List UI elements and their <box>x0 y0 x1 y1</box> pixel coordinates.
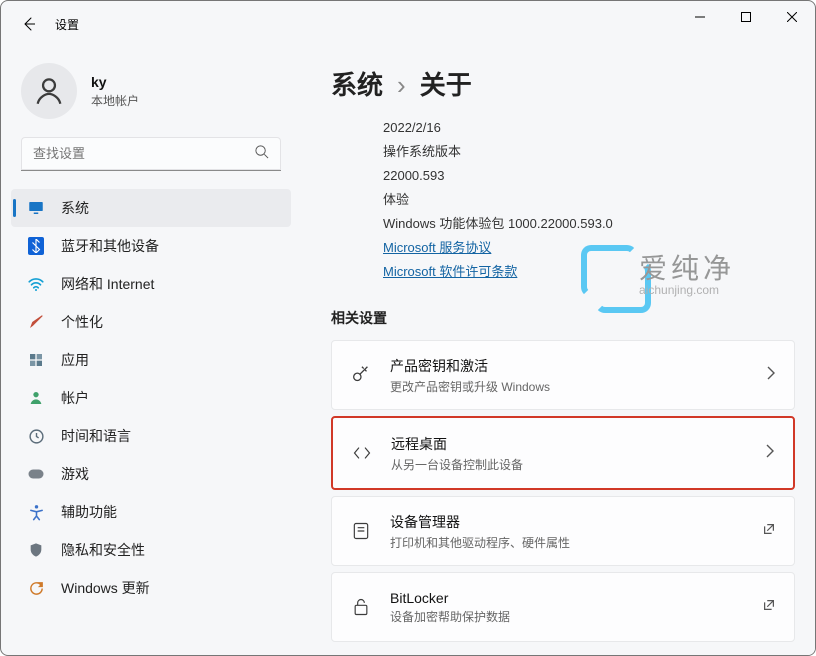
monitor-icon <box>27 199 45 217</box>
sidebar-item-label: 时间和语言 <box>61 426 131 446</box>
minimize-button[interactable] <box>677 1 723 33</box>
os-version: 22000.593 <box>383 164 795 188</box>
experience-value: Windows 功能体验包 1000.22000.593.0 <box>383 212 795 236</box>
card-title: BitLocker <box>390 590 744 606</box>
sidebar-item-label: 隐私和安全性 <box>61 540 145 560</box>
maximize-button[interactable] <box>723 1 769 33</box>
sidebar-item-label: 游戏 <box>61 464 89 484</box>
user-block[interactable]: ky 本地帐户 <box>1 57 301 137</box>
sidebar-item-accessibility[interactable]: 辅助功能 <box>11 493 291 531</box>
card-remote[interactable]: 远程桌面从另一台设备控制此设备 <box>331 416 795 490</box>
chevron-right-icon <box>766 366 776 385</box>
link-service-agreement[interactable]: Microsoft 服务协议 <box>383 240 491 255</box>
card-title: 产品密钥和激活 <box>390 356 748 376</box>
sidebar-item-apps[interactable]: 应用 <box>11 341 291 379</box>
apps-icon <box>27 351 45 369</box>
sidebar-item-label: 蓝牙和其他设备 <box>61 236 159 256</box>
card-title: 远程桌面 <box>391 434 747 454</box>
search-icon <box>254 144 269 164</box>
titlebar: 设置 <box>1 1 815 47</box>
sidebar-item-label: Windows 更新 <box>61 578 150 598</box>
sidebar-item-system[interactable]: 系统 <box>11 189 291 227</box>
shield-icon <box>27 541 45 559</box>
card-subtitle: 从另一台设备控制此设备 <box>391 456 747 473</box>
about-info: 2022/2/16 操作系统版本 22000.593 体验 Windows 功能… <box>331 116 795 284</box>
clock-icon <box>27 427 45 445</box>
app-title: 设置 <box>55 16 79 33</box>
user-sub: 本地帐户 <box>91 92 139 109</box>
close-button[interactable] <box>769 1 815 33</box>
os-version-label: 操作系统版本 <box>383 140 795 164</box>
sidebar-item-update[interactable]: Windows 更新 <box>11 569 291 607</box>
breadcrumb: 系统 › 关于 <box>331 65 795 102</box>
chevron-right-icon <box>765 444 775 463</box>
lock-icon <box>350 596 372 618</box>
wifi-icon <box>27 275 45 293</box>
update-icon <box>27 579 45 597</box>
sidebar: ky 本地帐户 系统蓝牙和其他设备网络和 Internet 个性化应用帐户时间和语… <box>1 47 301 655</box>
brush-icon <box>27 313 45 331</box>
sidebar-item-label: 帐户 <box>61 388 89 408</box>
breadcrumb-leaf: 关于 <box>420 65 472 102</box>
remote-icon <box>351 442 373 464</box>
back-button[interactable] <box>19 14 39 34</box>
experience-label: 体验 <box>383 188 795 212</box>
sidebar-item-time[interactable]: 时间和语言 <box>11 417 291 455</box>
external-link-icon <box>762 598 776 617</box>
install-date: 2022/2/16 <box>383 116 795 140</box>
card-subtitle: 打印机和其他驱动程序、硬件属性 <box>390 534 744 551</box>
link-license-terms[interactable]: Microsoft 软件许可条款 <box>383 264 517 279</box>
avatar <box>21 63 77 119</box>
sidebar-item-gaming[interactable]: 游戏 <box>11 455 291 493</box>
card-lock[interactable]: BitLocker 设备加密帮助保护数据 <box>331 572 795 642</box>
external-link-icon <box>762 522 776 541</box>
sidebar-item-label: 辅助功能 <box>61 502 117 522</box>
card-subtitle: 更改产品密钥或升级 Windows <box>390 378 748 395</box>
card-title: 设备管理器 <box>390 512 744 532</box>
user-name: ky <box>91 74 139 90</box>
chevron-right-icon: › <box>397 70 406 101</box>
bluetooth-icon <box>27 237 45 255</box>
card-key[interactable]: 产品密钥和激活更改产品密钥或升级 Windows <box>331 340 795 410</box>
card-device[interactable]: 设备管理器打印机和其他驱动程序、硬件属性 <box>331 496 795 566</box>
sidebar-item-personalization[interactable]: 个性化 <box>11 303 291 341</box>
key-icon <box>350 364 372 386</box>
sidebar-item-label: 应用 <box>61 350 89 370</box>
sidebar-item-bluetooth[interactable]: 蓝牙和其他设备 <box>11 227 291 265</box>
gamepad-icon <box>27 465 45 483</box>
card-subtitle: 设备加密帮助保护数据 <box>390 608 744 625</box>
sidebar-item-network[interactable]: 网络和 Internet <box>11 265 291 303</box>
breadcrumb-root[interactable]: 系统 <box>331 65 383 102</box>
device-icon <box>350 520 372 542</box>
sidebar-item-accounts[interactable]: 帐户 <box>11 379 291 417</box>
sidebar-item-privacy[interactable]: 隐私和安全性 <box>11 531 291 569</box>
sidebar-item-label: 系统 <box>61 198 89 218</box>
related-settings-title: 相关设置 <box>331 308 795 328</box>
accessibility-icon <box>27 503 45 521</box>
sidebar-item-label: 网络和 Internet <box>61 274 154 294</box>
search-input[interactable] <box>21 137 281 171</box>
person-icon <box>27 389 45 407</box>
sidebar-item-label: 个性化 <box>61 312 103 332</box>
main-content: 爱纯净 aichunjing.com 系统 › 关于 2022/2/16 操作系… <box>301 47 815 655</box>
